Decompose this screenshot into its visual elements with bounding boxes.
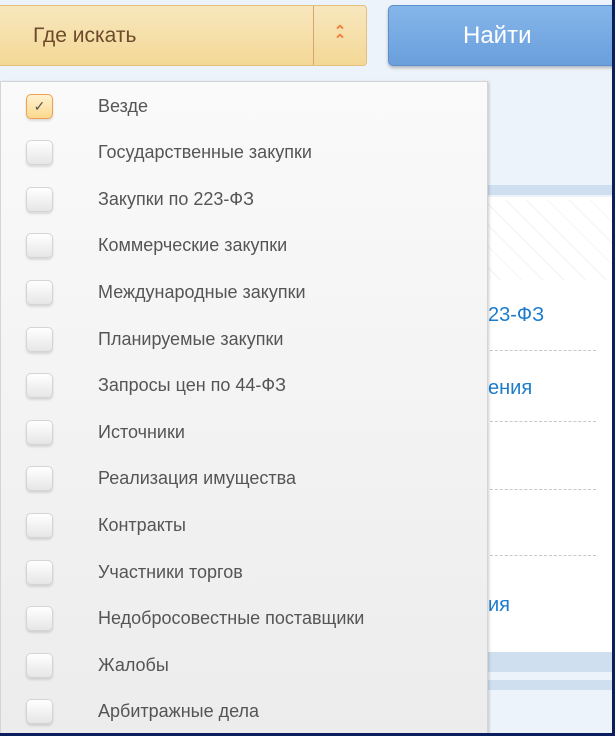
checkbox[interactable]: [26, 652, 53, 678]
checkbox[interactable]: ✓: [26, 93, 53, 119]
menu-item[interactable]: Запросы цен по 44-ФЗ: [1, 366, 487, 406]
where-to-search-menu: ✓ Везде Государственные закупки Закупки по …: [0, 81, 488, 733]
menu-item-label: Закупки по 223-ФЗ: [98, 188, 254, 209]
screen: Где искать ⌃ ⌃ Найти 23-ФЗ ения ия ✓ Везде…: [0, 0, 612, 733]
menu-item-label: Коммерческие закупки: [98, 235, 288, 256]
menu-item-label: Везде: [98, 95, 148, 116]
menu-item-label: Участники торгов: [98, 561, 243, 582]
menu-item-label: Источники: [98, 421, 185, 442]
menu-item-label: Недобросовестные поставщики: [98, 608, 365, 629]
checkbox[interactable]: [26, 279, 53, 305]
menu-item-label: Планируемые закупки: [98, 328, 284, 349]
menu-item[interactable]: Планируемые закупки: [1, 319, 487, 359]
checkbox[interactable]: [26, 559, 53, 585]
double-chevron-up-icon[interactable]: ⌃ ⌃: [314, 24, 366, 48]
menu-item[interactable]: Закупки по 223-ФЗ: [1, 179, 487, 219]
menu-item[interactable]: Жалобы: [1, 645, 487, 685]
menu-item-label: Реализация имущества: [98, 468, 297, 489]
dashed-divider: [490, 555, 596, 556]
section-band: [480, 185, 612, 195]
menu-item[interactable]: Источники: [1, 412, 487, 452]
menu-item[interactable]: Международные закупки: [1, 272, 487, 312]
menu-item[interactable]: Арбитражные дела: [1, 692, 487, 732]
dashed-divider: [490, 489, 596, 490]
menu-item-label: Международные закупки: [98, 281, 306, 302]
menu-item[interactable]: Участники торгов: [1, 552, 487, 592]
checkbox[interactable]: [26, 606, 53, 632]
background-link[interactable]: ения: [488, 377, 532, 400]
menu-item-label: Жалобы: [98, 654, 169, 675]
menu-item[interactable]: Государственные закупки: [1, 133, 487, 173]
checkbox[interactable]: [26, 373, 53, 399]
menu-item[interactable]: Недобросовестные поставщики: [1, 599, 487, 639]
menu-item[interactable]: Коммерческие закупки: [1, 226, 487, 266]
menu-item[interactable]: Реализация имущества: [1, 459, 487, 499]
section-band: [480, 652, 612, 672]
menu-item-label: Арбитражные дела: [98, 701, 260, 722]
find-button[interactable]: Найти: [388, 5, 612, 66]
pattern-background: [480, 200, 612, 280]
menu-item[interactable]: ✓ Везде: [1, 86, 487, 126]
checkbox[interactable]: [26, 466, 53, 492]
background-link[interactable]: ия: [488, 594, 510, 617]
menu-item-label: Государственные закупки: [98, 142, 312, 163]
dashed-divider: [490, 350, 596, 351]
checkbox[interactable]: [26, 512, 53, 538]
checkbox[interactable]: [26, 699, 53, 725]
checkmark-icon: ✓: [33, 97, 46, 114]
checkbox[interactable]: [26, 233, 53, 259]
checkbox[interactable]: [26, 326, 53, 352]
menu-item[interactable]: Контракты: [1, 505, 487, 545]
checkbox[interactable]: [26, 186, 53, 212]
checkbox[interactable]: [26, 419, 53, 445]
section-band: [480, 680, 612, 690]
menu-item-label: Контракты: [98, 514, 186, 535]
menu-item-label: Запросы цен по 44-ФЗ: [98, 375, 286, 396]
dashed-divider: [490, 421, 596, 422]
checkbox[interactable]: [26, 140, 53, 166]
background-link[interactable]: 23-ФЗ: [488, 304, 544, 327]
where-to-search-dropdown[interactable]: Где искать ⌃ ⌃: [0, 5, 367, 66]
where-to-search-label: Где искать: [33, 23, 137, 47]
